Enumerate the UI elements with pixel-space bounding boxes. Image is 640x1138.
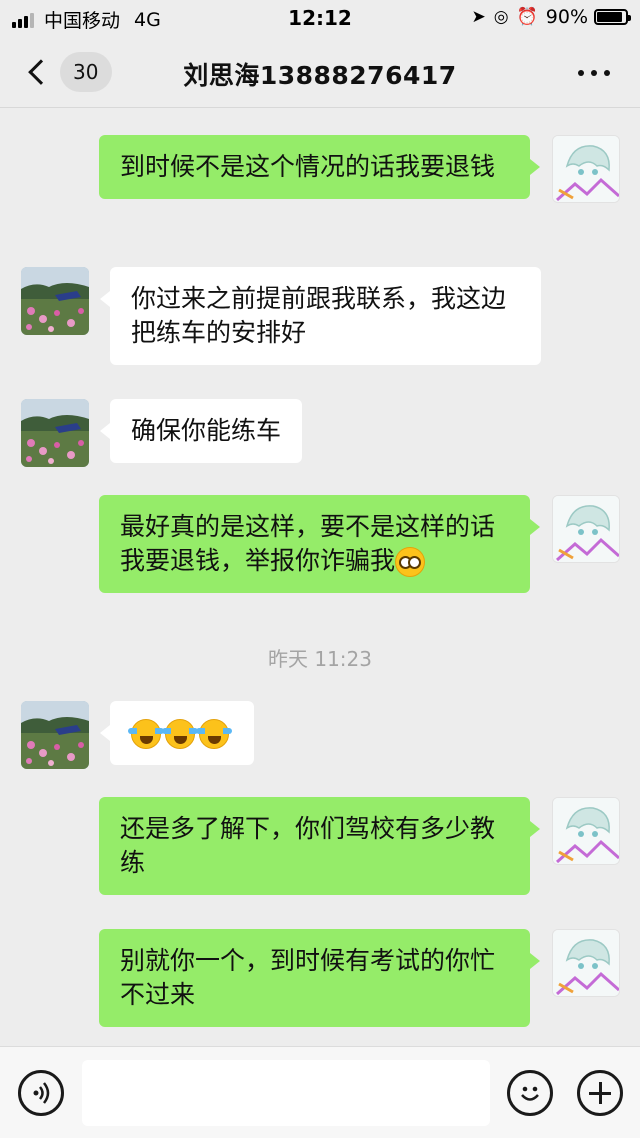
- voice-icon: [33, 1082, 50, 1104]
- contact-avatar[interactable]: [21, 701, 89, 769]
- flushed-face-emoji: [395, 547, 426, 577]
- message-text: 还是多了解下，你们驾校有多少教练: [120, 814, 496, 877]
- message-bubble-received[interactable]: 确保你能练车: [99, 399, 303, 463]
- loudly-crying-face-emoji: [162, 719, 198, 749]
- chat-screen: 中国移动 4G 12:12 ➤ ◎ ⏰ 90% 30 刘思海1388827641…: [0, 0, 640, 1138]
- more-dots-icon: [578, 70, 584, 76]
- loudly-crying-face-emoji: [128, 719, 164, 749]
- emoji-button[interactable]: [507, 1070, 553, 1116]
- message-text: 到时候不是这个情况的话我要退钱: [120, 152, 496, 181]
- message-bubble-sent[interactable]: 别就你一个，到时候有考试的你忙不过来: [99, 929, 540, 1027]
- my-avatar[interactable]: [552, 929, 620, 997]
- contact-avatar[interactable]: [21, 267, 89, 335]
- plus-icon: [589, 1082, 611, 1104]
- loudly-crying-face-emoji: [196, 719, 232, 749]
- my-avatar[interactable]: [552, 495, 620, 563]
- message-text: 最好真的是这样，要不是这样的话我要退钱，举报你诈骗我: [120, 512, 496, 575]
- message-list[interactable]: 到时候不是这个情况的话我要退钱 你过来之前提前跟我联系，我这边把练车的安排好 确…: [0, 109, 640, 1046]
- message-text: 确保你能练车: [131, 416, 282, 445]
- message-bubble-sent[interactable]: 到时候不是这个情况的话我要退钱: [99, 135, 540, 199]
- more-options-button[interactable]: [572, 58, 616, 88]
- message-text: 别就你一个，到时候有考试的你忙不过来: [120, 946, 496, 1009]
- location-icon: ➤: [471, 7, 486, 27]
- my-avatar[interactable]: [552, 135, 620, 203]
- message-text: 你过来之前提前跟我联系，我这边把练车的安排好: [131, 284, 507, 347]
- message-bubble-sent[interactable]: 还是多了解下，你们驾校有多少教练: [99, 797, 540, 895]
- emoji-icon: [521, 1086, 539, 1101]
- contact-avatar[interactable]: [21, 399, 89, 467]
- contact-name-title: 刘思海13888276417: [183, 61, 457, 90]
- my-avatar[interactable]: [552, 797, 620, 865]
- message-bubble-sent[interactable]: 最好真的是这样，要不是这样的话我要退钱，举报你诈骗我: [99, 495, 540, 593]
- message-timestamp: 昨天 11:23: [268, 647, 372, 671]
- input-bar: [0, 1046, 640, 1138]
- battery-icon: [594, 9, 631, 25]
- chat-header: 30 刘思海13888276417: [0, 36, 640, 108]
- voice-button[interactable]: [18, 1070, 64, 1116]
- battery-percent: 90%: [545, 6, 588, 28]
- message-bubble-received[interactable]: 你过来之前提前跟我联系，我这边把练车的安排好: [100, 267, 541, 365]
- message-input[interactable]: [82, 1060, 490, 1126]
- add-button[interactable]: [577, 1070, 623, 1116]
- status-bar: 中国移动 4G 12:12 ➤ ◎ ⏰ 90%: [0, 0, 640, 36]
- orientation-lock-icon: ◎: [493, 7, 509, 27]
- message-bubble-received[interactable]: [100, 701, 254, 765]
- alarm-icon: ⏰: [516, 7, 538, 27]
